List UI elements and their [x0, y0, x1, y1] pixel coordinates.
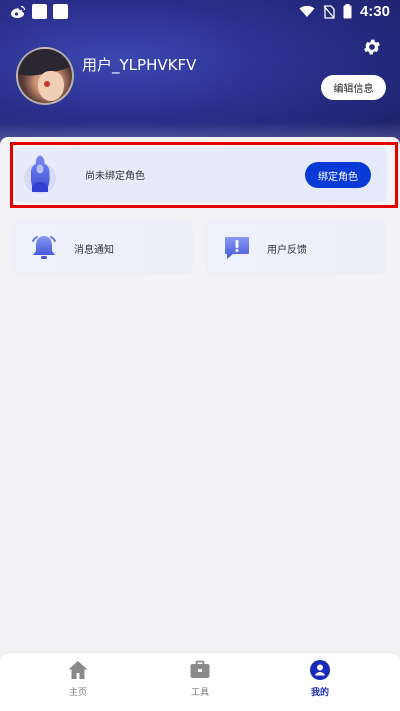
bottom-navigation: 主页 工具 我的: [0, 652, 400, 711]
home-icon: [68, 661, 88, 679]
tile-label: 消息通知: [74, 245, 114, 256]
bind-character-button[interactable]: 绑定角色: [305, 162, 371, 188]
username: 用户_YLPHVKFV: [82, 56, 197, 74]
bell-icon: [32, 236, 56, 259]
status-time: 4:30: [359, 3, 390, 20]
nav-item-home[interactable]: 主页: [38, 659, 118, 707]
character-silhouette-icon: [24, 155, 56, 194]
nav-label: 我的: [310, 688, 329, 698]
nav-label: 主页: [68, 688, 87, 698]
edit-profile-button[interactable]: 编辑信息: [321, 75, 386, 100]
feedback-icon: [225, 237, 249, 259]
nav-item-tools[interactable]: 工具: [160, 659, 240, 707]
user-icon: [310, 660, 330, 680]
user-feedback-tile[interactable]: 用户反馈: [207, 221, 385, 273]
message-notification-tile[interactable]: 消息通知: [14, 221, 192, 273]
avatar[interactable]: [16, 47, 74, 105]
nav-label: 工具: [190, 688, 209, 698]
bind-character-card: 尚未绑定角色 绑定角色: [15, 147, 387, 202]
nav-item-mine[interactable]: 我的: [280, 659, 360, 707]
status-bar: 4:30: [0, 0, 400, 24]
no-sim-icon: [323, 4, 335, 19]
notification-icon: [32, 4, 47, 19]
tile-label: 用户反馈: [267, 245, 307, 256]
battery-icon: [343, 4, 352, 19]
notification-icon: [53, 4, 68, 19]
wifi-icon: [299, 5, 315, 17]
settings-gear-icon[interactable]: [362, 37, 382, 57]
profile-header: 4:30 用户_YLPHVKFV 编辑信息: [0, 0, 400, 150]
weibo-icon: [11, 5, 26, 18]
bind-status-text: 尚未绑定角色: [85, 171, 145, 182]
main-content: 尚未绑定角色 绑定角色 消息通知 用户反馈: [0, 137, 400, 652]
toolbox-icon: [190, 660, 210, 678]
